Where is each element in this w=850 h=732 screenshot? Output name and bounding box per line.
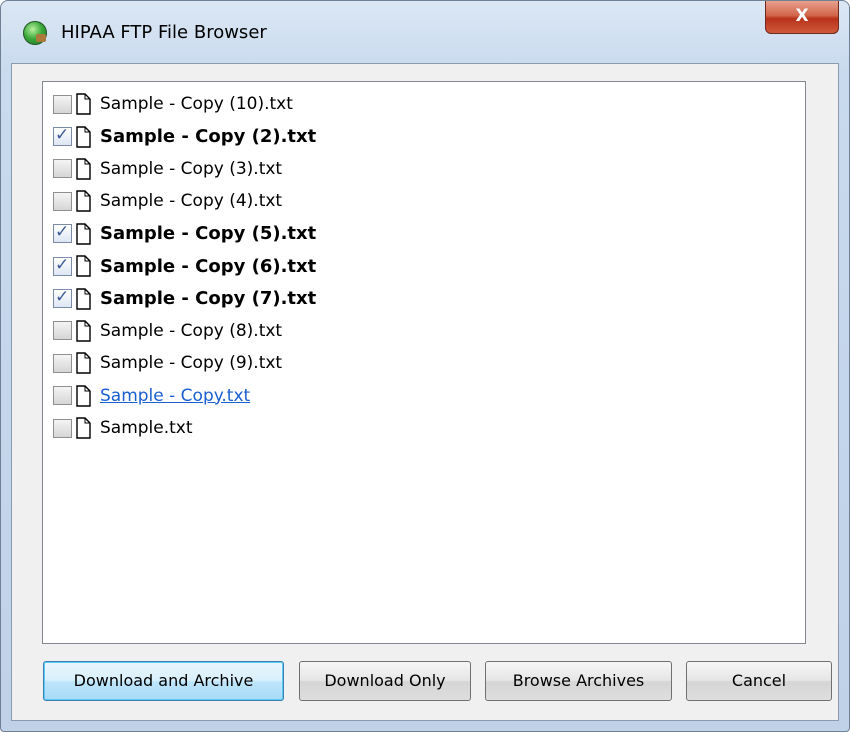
file-name: Sample - Copy (3).txt [100, 158, 283, 179]
checkmark-icon: ✓ [55, 222, 70, 243]
file-name: Sample - Copy (4).txt [100, 191, 283, 212]
file-row[interactable]: Sample - Copy (4).txt [53, 185, 805, 217]
file-browser-window: HIPAA FTP File Browser X Sample - Copy (… [0, 0, 850, 732]
file-name: Sample.txt [100, 418, 193, 439]
dialog-client-area: Sample - Copy (10).txt ✓ Sample - Copy (2)… [11, 63, 839, 721]
checkmark-icon: ✓ [55, 254, 70, 275]
file-name: Sample - Copy (8).txt [100, 320, 283, 341]
file-row[interactable]: ✓ Sample - Copy (6).txt [53, 250, 805, 282]
document-icon [76, 385, 91, 407]
cancel-button[interactable]: Cancel [686, 661, 832, 701]
file-list: Sample - Copy (10).txt ✓ Sample - Copy (2)… [53, 88, 805, 444]
file-name[interactable]: Sample - Copy.txt [100, 386, 250, 406]
file-name: Sample - Copy (2).txt [100, 126, 317, 148]
file-checkbox[interactable] [53, 386, 72, 406]
file-checkbox[interactable]: ✓ [53, 222, 72, 244]
close-button[interactable]: X [765, 1, 839, 34]
file-row[interactable]: Sample - Copy (10).txt [53, 88, 805, 120]
browse-archives-button[interactable]: Browse Archives [485, 661, 672, 701]
checkmark-icon: ✓ [55, 125, 70, 146]
document-icon [76, 255, 91, 277]
file-row[interactable]: Sample - Copy (9).txt [53, 347, 805, 379]
download-only-button[interactable]: Download Only [299, 661, 471, 701]
document-icon [76, 287, 91, 310]
checkmark-icon: ✓ [55, 287, 70, 308]
file-name: Sample - Copy (10).txt [100, 94, 293, 115]
file-name: Sample - Copy (6).txt [100, 255, 317, 277]
document-icon [76, 93, 91, 115]
file-checkbox[interactable]: ✓ [53, 254, 72, 276]
document-icon [76, 158, 91, 180]
file-row[interactable]: Sample - Copy (3).txt [53, 153, 805, 185]
app-globe-icon [23, 21, 47, 45]
file-row[interactable]: Sample - Copy.txt [53, 380, 805, 412]
file-name: Sample - Copy (7).txt [100, 288, 317, 310]
file-row[interactable]: Sample.txt [53, 412, 805, 444]
document-icon [76, 223, 91, 245]
file-row[interactable]: ✓ Sample - Copy (7).txt [53, 282, 805, 314]
file-name: Sample - Copy (5).txt [100, 223, 317, 245]
file-checkbox[interactable] [53, 418, 72, 438]
document-icon [76, 417, 91, 439]
document-icon [76, 352, 91, 375]
file-checkbox[interactable] [53, 159, 72, 179]
file-checkbox[interactable]: ✓ [53, 125, 72, 147]
file-list-panel[interactable]: Sample - Copy (10).txt ✓ Sample - Copy (2)… [42, 81, 806, 644]
file-checkbox[interactable] [53, 353, 72, 373]
file-row[interactable]: ✓ Sample - Copy (2).txt [53, 120, 805, 152]
download-and-archive-button[interactable]: Download and Archive [43, 661, 284, 701]
file-checkbox[interactable] [53, 94, 72, 114]
file-row[interactable]: Sample - Copy (8).txt [53, 315, 805, 347]
file-checkbox[interactable] [53, 321, 72, 341]
document-icon [76, 320, 91, 342]
file-name: Sample - Copy (9).txt [100, 353, 283, 374]
window-title: HIPAA FTP File Browser [61, 22, 267, 43]
file-checkbox[interactable]: ✓ [53, 287, 72, 309]
document-icon [76, 125, 91, 148]
title-bar[interactable]: HIPAA FTP File Browser X [1, 1, 849, 63]
file-row[interactable]: ✓ Sample - Copy (5).txt [53, 218, 805, 250]
file-checkbox[interactable] [53, 191, 72, 211]
document-icon [76, 190, 91, 213]
